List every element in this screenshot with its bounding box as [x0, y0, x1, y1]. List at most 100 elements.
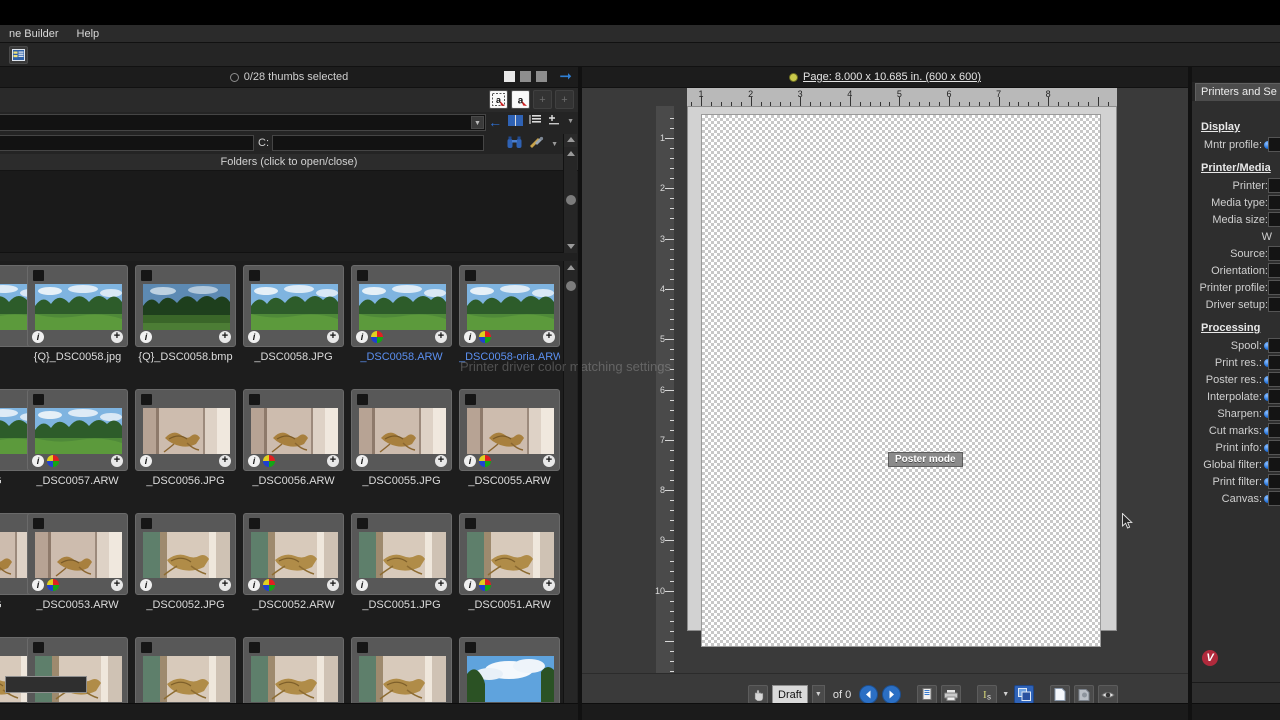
- tab-printers-and-settings[interactable]: Printers and Se: [1195, 83, 1280, 101]
- info-icon[interactable]: i: [32, 455, 44, 467]
- field-value-input[interactable]: [1268, 137, 1280, 152]
- new-page-icon[interactable]: [1050, 685, 1071, 704]
- text-tool-icon[interactable]: Is: [977, 685, 998, 704]
- book-icon[interactable]: [508, 114, 524, 129]
- chevron-down-icon[interactable]: ▼: [471, 116, 484, 129]
- field-value-input[interactable]: [1268, 195, 1280, 210]
- list-icon[interactable]: [529, 114, 542, 129]
- thumbnail-item[interactable]: i+: [351, 265, 452, 347]
- view-medium-icon[interactable]: [520, 71, 532, 82]
- thumbnail-checkbox[interactable]: [465, 270, 476, 281]
- quality-select-caret-icon[interactable]: ▼: [811, 685, 825, 704]
- color-profile-icon[interactable]: [263, 579, 275, 591]
- folders-bar[interactable]: Folders (click to open/close): [0, 154, 578, 171]
- thumbnail-item[interactable]: i+: [459, 389, 560, 471]
- color-profile-icon[interactable]: [479, 455, 491, 467]
- thumbnail-item[interactable]: i+: [459, 265, 560, 347]
- next-page-icon[interactable]: [882, 685, 902, 704]
- info-icon[interactable]: i: [140, 455, 152, 467]
- add-line-icon[interactable]: [548, 114, 561, 129]
- add-to-page-icon[interactable]: +: [435, 331, 447, 343]
- field-value-input[interactable]: [1268, 491, 1280, 506]
- thumbnail-item[interactable]: i+: [135, 265, 236, 347]
- add-to-page-icon[interactable]: +: [543, 579, 555, 591]
- field-value-input[interactable]: [1268, 355, 1280, 370]
- back-arrow-icon[interactable]: ←: [488, 115, 502, 129]
- radio-unselected-icon[interactable]: [229, 72, 239, 82]
- color-profile-icon[interactable]: [371, 331, 383, 343]
- add-to-page-icon[interactable]: +: [111, 579, 123, 591]
- chevron-down-icon[interactable]: ▼: [567, 118, 574, 125]
- binoculars-icon[interactable]: [507, 136, 522, 152]
- info-icon[interactable]: i: [248, 455, 260, 467]
- thumbnail-checkbox[interactable]: [33, 394, 44, 405]
- arrow-right-icon[interactable]: ➞: [559, 69, 572, 84]
- thumbnail-item[interactable]: i+: [459, 513, 560, 595]
- info-icon[interactable]: i: [140, 579, 152, 591]
- info-icon[interactable]: i: [464, 579, 476, 591]
- thumbnail-checkbox[interactable]: [357, 518, 368, 529]
- field-value-input[interactable]: [1268, 457, 1280, 472]
- thumbnail-item[interactable]: i+: [243, 389, 344, 471]
- field-value-input[interactable]: [1268, 280, 1280, 295]
- field-value-input[interactable]: [1268, 178, 1280, 193]
- thumbnail-checkbox[interactable]: [141, 518, 152, 529]
- quality-select[interactable]: Draft: [772, 685, 808, 704]
- thumbnail-checkbox[interactable]: [141, 270, 152, 281]
- info-icon[interactable]: i: [464, 455, 476, 467]
- scroll-up-icon[interactable]: [567, 137, 575, 142]
- field-value-input[interactable]: [1268, 406, 1280, 421]
- info-icon[interactable]: i: [356, 579, 368, 591]
- thumbnail-checkbox[interactable]: [141, 394, 152, 405]
- info-icon[interactable]: i: [32, 579, 44, 591]
- thumbnail-checkbox[interactable]: [249, 518, 260, 529]
- thumbnail-checkbox[interactable]: [357, 270, 368, 281]
- scroll-up-icon[interactable]: [567, 151, 575, 156]
- info-icon[interactable]: i: [32, 331, 44, 343]
- thumbnail-checkbox[interactable]: [465, 394, 476, 405]
- canvas-page[interactable]: Poster mode: [701, 114, 1101, 647]
- chevron-down-icon[interactable]: ▼: [551, 141, 558, 148]
- preview-eye-icon[interactable]: [1098, 685, 1119, 704]
- field-value-input[interactable]: [1268, 474, 1280, 489]
- color-profile-icon[interactable]: [263, 455, 275, 467]
- thumbnail-checkbox[interactable]: [465, 518, 476, 529]
- add-to-page-icon[interactable]: +: [327, 331, 339, 343]
- thumbnail-item[interactable]: i+: [351, 513, 452, 595]
- add-to-page-icon[interactable]: +: [543, 455, 555, 467]
- thumbnail-item[interactable]: i+: [351, 389, 452, 471]
- text-tag-button[interactable]: a: [511, 90, 530, 109]
- thumbnail-item[interactable]: i+: [135, 389, 236, 471]
- drive-input[interactable]: [272, 135, 484, 151]
- add-to-page-icon[interactable]: +: [219, 331, 231, 343]
- filter-input[interactable]: [0, 135, 254, 151]
- add-button[interactable]: +: [533, 90, 552, 109]
- field-value-input[interactable]: [1268, 338, 1280, 353]
- thumbnail-item[interactable]: i+: [135, 513, 236, 595]
- layers-icon[interactable]: [1014, 685, 1035, 704]
- add-to-page-icon[interactable]: +: [435, 579, 447, 591]
- tools-icon[interactable]: [529, 136, 544, 152]
- panel-layout-icon[interactable]: [9, 46, 28, 64]
- add-to-page-icon[interactable]: +: [327, 579, 339, 591]
- field-value-input[interactable]: [1268, 297, 1280, 312]
- canvas-frame[interactable]: Poster mode: [687, 106, 1133, 647]
- printer-icon[interactable]: [941, 685, 962, 704]
- path-combo[interactable]: ▼: [0, 114, 486, 131]
- prev-page-icon[interactable]: [859, 685, 879, 704]
- page-info-bar[interactable]: Page: 8.000 x 10.685 in. (600 x 600): [578, 67, 1192, 88]
- thumbnail-item[interactable]: i+: [243, 513, 344, 595]
- thumbnail-checkbox[interactable]: [249, 270, 260, 281]
- thumbnail-checkbox[interactable]: [33, 518, 44, 529]
- text-tool-caret-icon[interactable]: ▼: [1001, 685, 1010, 704]
- thumbnail-checkbox[interactable]: [33, 270, 44, 281]
- info-icon[interactable]: i: [356, 331, 368, 343]
- thumbnails-scrollbar[interactable]: [563, 261, 577, 720]
- scroll-thumb[interactable]: [566, 195, 576, 205]
- info-icon[interactable]: i: [248, 331, 260, 343]
- thumbnail-item[interactable]: i+: [27, 513, 128, 595]
- field-value-input[interactable]: [1268, 372, 1280, 387]
- thumbnail-item[interactable]: i+: [27, 265, 128, 347]
- hand-icon[interactable]: [748, 685, 768, 704]
- info-icon[interactable]: i: [356, 455, 368, 467]
